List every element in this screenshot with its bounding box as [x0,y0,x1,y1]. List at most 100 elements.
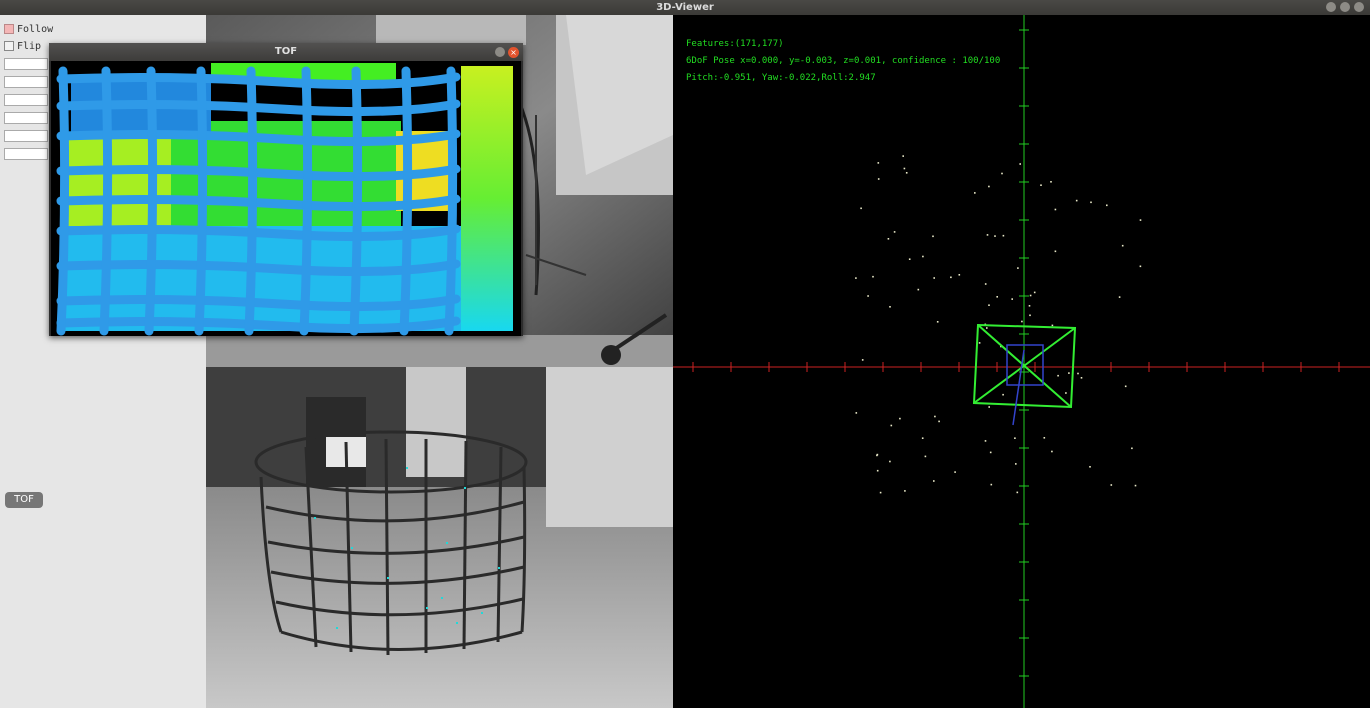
axis-ticks [692,29,1340,677]
close-icon[interactable] [1354,2,1364,12]
cloud-point [889,460,891,463]
cloud-point [855,412,858,414]
param-field-5[interactable] [4,130,48,142]
3d-viewer-canvas[interactable] [673,15,1370,708]
cloud-point [938,420,940,423]
cloud-point [1002,393,1004,396]
cloud-point [954,471,956,473]
cloud-point [1043,437,1046,439]
cloud-point [917,288,920,291]
3d-viewer[interactable]: Features:(171,177) 6DoF Pose x=0.000, y=… [673,15,1370,708]
cloud-point [1029,314,1031,317]
cloud-point [994,235,996,237]
cloud-point [893,231,896,233]
tof-grid-col [56,66,70,336]
cloud-point [1139,219,1142,221]
camera-view-bottom [206,367,673,708]
cloud-point [984,440,987,442]
tof-window[interactable]: TOF × [49,43,523,336]
cloud-point [1134,484,1137,487]
cloud-point [988,406,990,408]
minimize-icon[interactable] [495,47,505,57]
cloud-point [924,455,927,458]
point-cloud [855,155,1142,494]
features-text: Features:(171,177) [686,39,784,49]
cloud-point [988,304,990,306]
cloud-point [1131,447,1133,450]
param-field-3[interactable] [4,94,48,106]
cloud-point [1040,184,1042,186]
cloud-point [899,417,901,420]
cloud-point [986,234,989,236]
tof-button[interactable]: TOF [5,492,43,508]
cloud-point [1077,372,1079,375]
cloud-point [889,306,891,308]
close-icon[interactable]: × [508,47,519,58]
tof-grid-col [144,66,158,336]
cloud-point [1050,181,1052,183]
cloud-point [1065,392,1067,394]
cloud-point [1002,234,1005,237]
cloud-point [1054,250,1057,253]
follow-checkbox-row[interactable]: Follow [4,22,53,36]
cloud-point [932,235,934,238]
cloud-point [1001,172,1003,175]
flip-checkbox[interactable] [4,41,14,51]
cloud-point [1139,265,1142,268]
cloud-point [984,283,987,285]
param-field-4[interactable] [4,112,48,124]
maximize-icon[interactable] [1340,2,1350,12]
minimize-icon[interactable] [1326,2,1336,12]
cloud-point [1019,163,1021,165]
cloud-point [1124,385,1127,388]
cloud-point [879,491,882,494]
tof-window-titlebar[interactable]: TOF [49,43,523,61]
cloud-point [1051,324,1054,327]
cloud-point [988,185,990,188]
follow-checkbox[interactable] [4,24,14,34]
cloud-point [1118,296,1121,298]
cloud-point [904,490,906,492]
param-field-2[interactable] [4,76,48,88]
cloud-point [1080,377,1083,379]
tof-grid-col [444,66,458,336]
cloud-point [1075,199,1078,202]
cloud-point [876,454,878,457]
cloud-point [974,192,976,194]
tof-grid-col [399,66,413,336]
cloud-point [1121,244,1124,247]
cloud-point [877,178,880,180]
cloud-point [933,480,935,482]
cloud-point [986,327,988,329]
cloud-point [908,258,911,260]
cloud-point [978,342,981,344]
flip-checkbox-row[interactable]: Flip [4,39,41,53]
tof-grid-col [299,66,313,336]
cloud-point [921,437,924,439]
cloud-point [890,424,893,427]
cloud-point [990,483,993,486]
cloud-point [1015,463,1017,465]
cloud-point [1057,374,1059,377]
tof-grid-col [99,66,113,336]
param-field-1[interactable] [4,58,48,70]
cloud-point [861,359,864,361]
cloud-point [1029,294,1032,297]
cloud-point [1016,491,1019,494]
cloud-point [933,277,935,279]
cloud-point [887,238,890,240]
cloud-point [1051,450,1053,453]
cloud-point [1017,267,1019,269]
tof-grid-col [244,66,258,336]
tof-depth-image [51,61,521,336]
window-title: 3D-Viewer [656,2,714,13]
cloud-point [1021,320,1023,323]
cloud-point [860,207,862,210]
param-field-6[interactable] [4,148,48,160]
cloud-point [903,167,906,170]
window-controls [1326,2,1364,12]
cloud-point [855,277,857,279]
cloud-point [1106,204,1108,207]
cloud-point [902,155,904,157]
cloud-point [876,469,879,472]
